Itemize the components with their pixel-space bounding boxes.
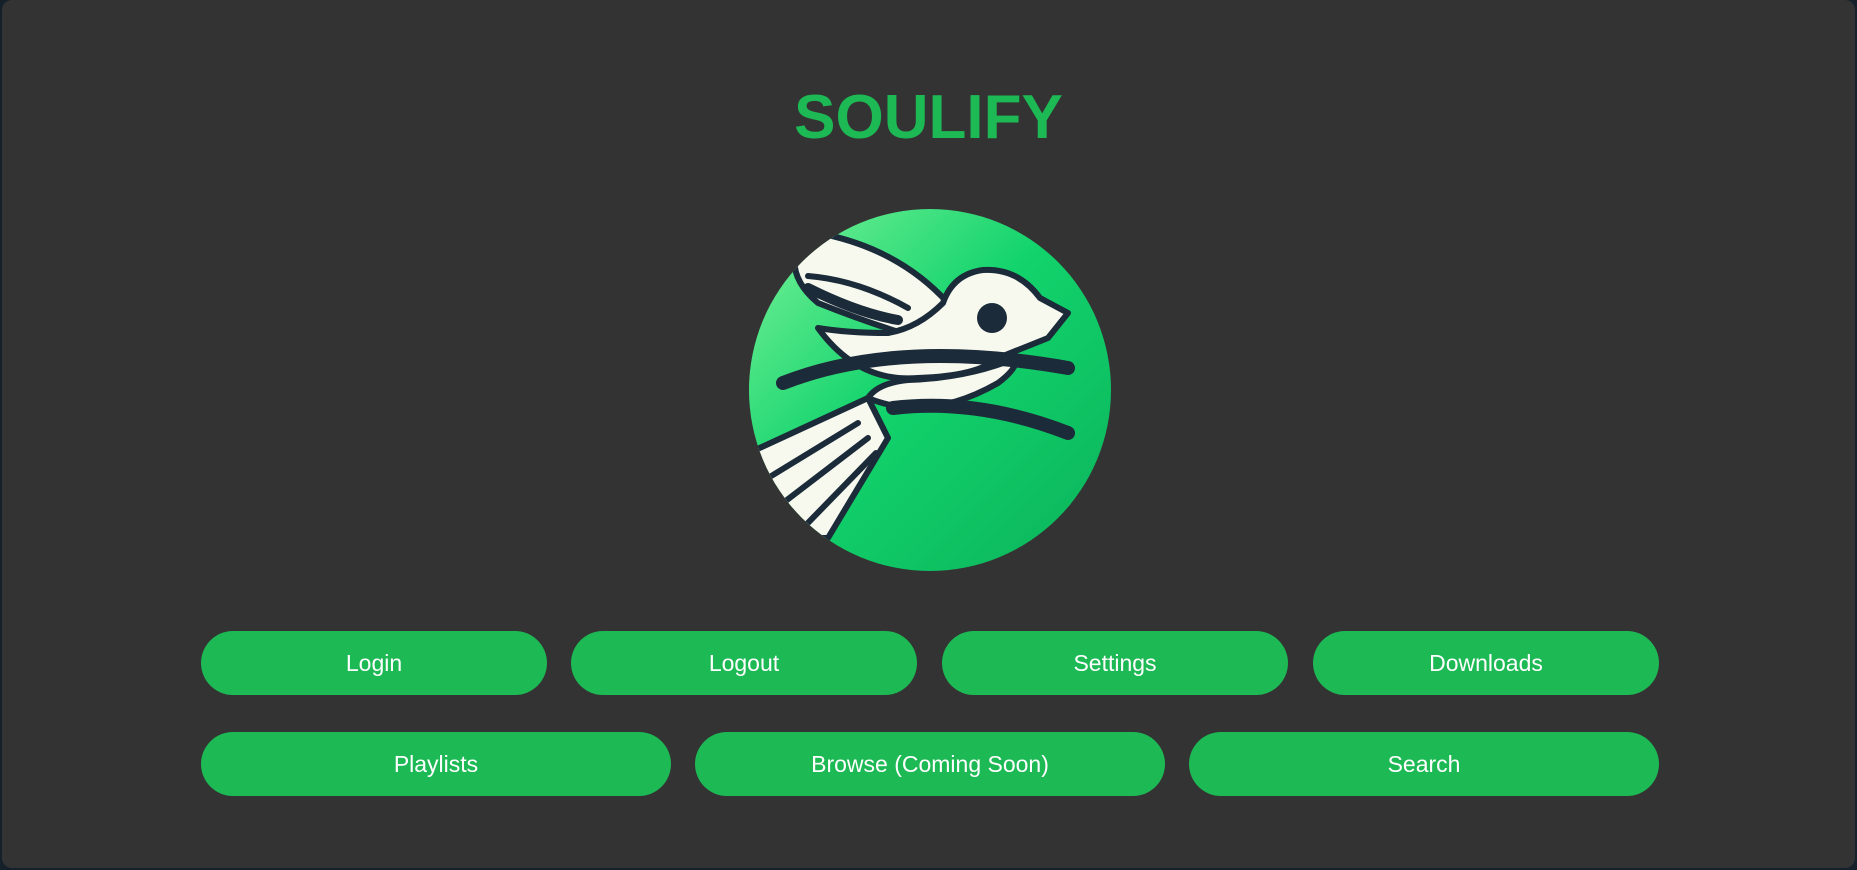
bird-logo-icon <box>748 208 1112 572</box>
login-button[interactable]: Login <box>201 631 547 695</box>
playlists-button[interactable]: Playlists <box>201 732 671 796</box>
logout-button[interactable]: Logout <box>571 631 917 695</box>
app-title: SOULIFY <box>794 83 1063 152</box>
downloads-button[interactable]: Downloads <box>1313 631 1659 695</box>
settings-button[interactable]: Settings <box>942 631 1288 695</box>
search-button[interactable]: Search <box>1189 732 1659 796</box>
browse-button[interactable]: Browse (Coming Soon) <box>695 732 1165 796</box>
